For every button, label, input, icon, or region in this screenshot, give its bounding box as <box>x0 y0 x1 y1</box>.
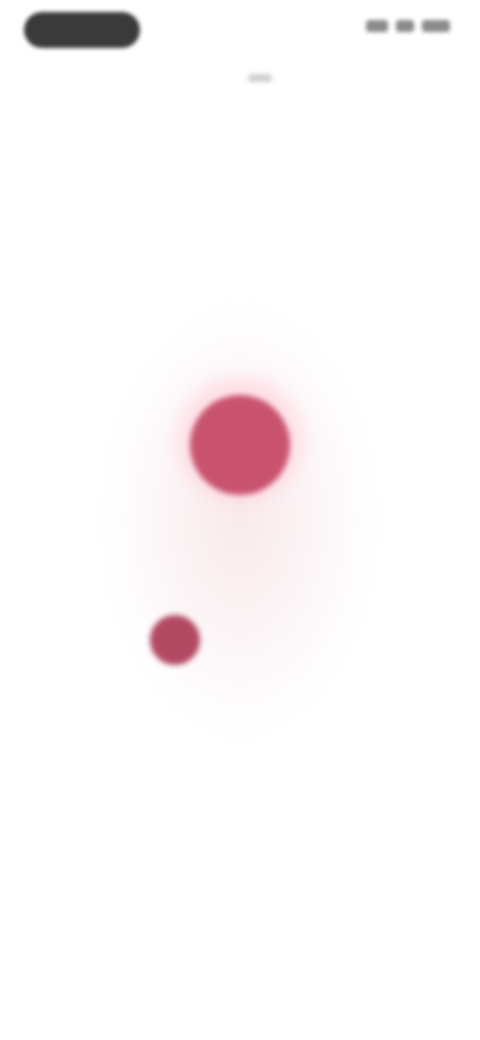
avatar[interactable] <box>190 395 290 495</box>
app-screen <box>0 0 480 1040</box>
wifi-icon <box>396 20 414 32</box>
action-button[interactable] <box>150 615 200 665</box>
status-bar <box>0 0 480 64</box>
signal-icon <box>366 20 388 32</box>
action-row[interactable] <box>150 612 340 668</box>
background-glow <box>100 300 380 740</box>
top-handle[interactable] <box>248 74 272 82</box>
status-icons <box>366 20 450 32</box>
status-time <box>24 12 140 48</box>
battery-icon <box>422 20 450 32</box>
